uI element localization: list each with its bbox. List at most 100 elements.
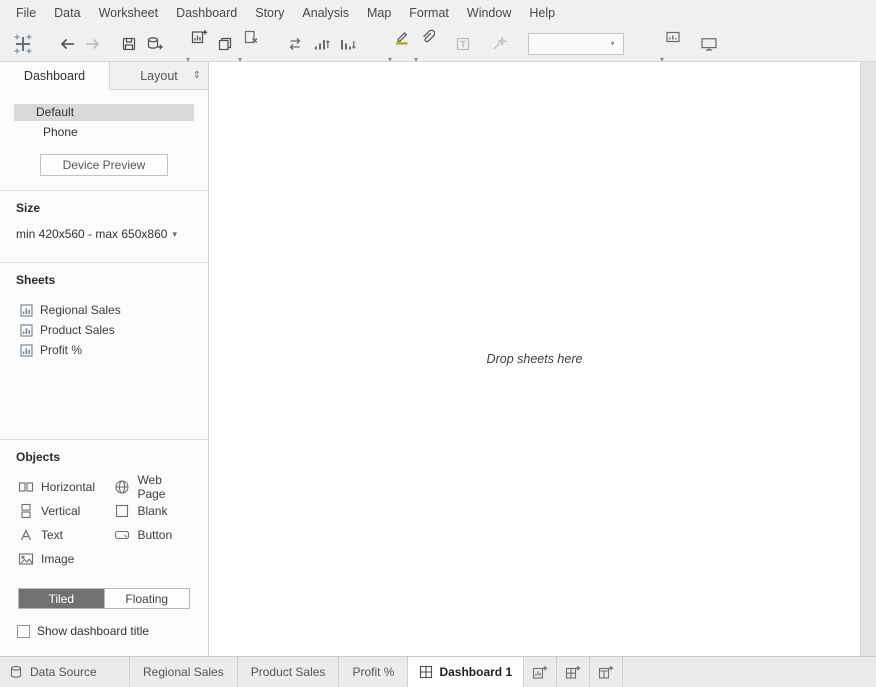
- menu-analysis[interactable]: Analysis: [293, 0, 358, 26]
- wand-icon: [491, 35, 507, 52]
- object-label: Button: [137, 528, 173, 542]
- redo-button[interactable]: [80, 30, 106, 58]
- object-vertical[interactable]: Vertical: [18, 499, 114, 523]
- new-story-icon: [598, 665, 614, 680]
- sheet-list-item-regional-sales[interactable]: Regional Sales: [16, 300, 192, 320]
- menu-window[interactable]: Window: [458, 0, 520, 26]
- device-preview-button[interactable]: Device Preview: [40, 154, 168, 176]
- highlighter-icon: [393, 28, 410, 45]
- sheet-item-label: Profit %: [40, 343, 83, 357]
- tab-dashboard-pane[interactable]: Dashboard: [0, 62, 110, 90]
- sheet-tab-bar: Data Source Regional Sales Product Sales…: [0, 656, 876, 687]
- right-gutter: [860, 62, 876, 656]
- show-dashboard-title-label: Show dashboard title: [37, 624, 150, 638]
- sheet-list-item-profit[interactable]: Profit %: [16, 340, 192, 360]
- object-blank[interactable]: Blank: [114, 499, 192, 523]
- size-heading: Size: [16, 201, 41, 215]
- object-label: Web Page: [137, 473, 166, 501]
- sheet-tab-label: Product Sales: [250, 665, 326, 679]
- size-dropdown-caret-icon: ▾: [172, 228, 177, 239]
- undo-button[interactable]: [54, 30, 80, 58]
- show-mark-labels-button[interactable]: [450, 30, 476, 58]
- new-data-source-button[interactable]: [142, 30, 168, 58]
- show-dashboard-title-row[interactable]: Show dashboard title: [17, 624, 208, 638]
- text-label-icon: [455, 36, 471, 52]
- object-label: Blank: [137, 504, 168, 518]
- fix-axes-button[interactable]: [486, 30, 512, 58]
- size-dropdown[interactable]: min 420x560 - max 650x860 ▾: [16, 227, 192, 241]
- clear-sheet-icon: [243, 29, 259, 45]
- object-label: Vertical: [41, 504, 81, 518]
- clear-sheet-button[interactable]: [238, 23, 264, 51]
- tab-data-source[interactable]: Data Source: [0, 657, 130, 687]
- sheet-tab-label: Profit %: [352, 665, 395, 679]
- tableau-window: File Data Worksheet Dashboard Story Anal…: [0, 0, 876, 687]
- sort-ascending-icon: [313, 36, 330, 52]
- vertical-container-icon: [18, 503, 34, 519]
- dashboard-pane: Dashboard Layout ⇕ Default Phone Device …: [0, 62, 209, 656]
- menu-help[interactable]: Help: [520, 0, 564, 26]
- spin-arrows-icon[interactable]: ⇕: [193, 70, 201, 81]
- save-button[interactable]: [116, 30, 142, 58]
- database-icon: [9, 665, 23, 679]
- device-option-phone[interactable]: Phone: [14, 124, 194, 141]
- show-dashboard-title-checkbox[interactable]: [17, 624, 30, 638]
- paperclip-icon: [419, 29, 435, 45]
- menu-file[interactable]: File: [7, 0, 45, 26]
- sheet-item-label: Product Sales: [40, 323, 115, 337]
- sheets-heading: Sheets: [16, 273, 56, 287]
- fit-dropdown[interactable]: ▾: [528, 32, 624, 55]
- size-dropdown-value: min 420x560 - max 650x860: [16, 227, 168, 241]
- group-members-button[interactable]: [414, 23, 440, 51]
- dashboard-canvas[interactable]: Drop sheets here: [209, 62, 860, 656]
- tableau-logo-icon[interactable]: [10, 30, 36, 58]
- sheet-item-label: Regional Sales: [40, 303, 121, 317]
- new-story-tab-button[interactable]: [590, 657, 624, 687]
- object-horizontal[interactable]: Horizontal: [18, 475, 114, 499]
- floating-button[interactable]: Floating: [103, 589, 189, 608]
- sort-ascending-button[interactable]: [308, 30, 334, 58]
- new-worksheet-tab-button[interactable]: [524, 657, 558, 687]
- device-section: Default Phone Device Preview: [0, 90, 208, 190]
- object-text[interactable]: Text: [18, 523, 114, 547]
- horizontal-container-icon: [18, 479, 34, 495]
- object-label: Horizontal: [41, 480, 96, 494]
- highlight-button[interactable]: [388, 23, 414, 51]
- tab-layout-pane[interactable]: Layout ⇕: [110, 62, 208, 89]
- cards-chart-icon: [665, 29, 681, 45]
- duplicate-button[interactable]: [212, 30, 238, 58]
- swap-axes-button[interactable]: [282, 30, 308, 58]
- menu-worksheet[interactable]: Worksheet: [90, 0, 168, 26]
- new-dashboard-tab-button[interactable]: [557, 657, 591, 687]
- sheet-chart-icon: [20, 303, 33, 317]
- button-icon: [114, 527, 130, 543]
- tab-regional-sales[interactable]: Regional Sales: [130, 657, 238, 687]
- globe-icon: [114, 479, 130, 495]
- image-icon: [18, 551, 34, 567]
- sheet-list-item-product-sales[interactable]: Product Sales: [16, 320, 192, 340]
- duplicate-icon: [217, 36, 233, 52]
- object-button[interactable]: Button: [114, 523, 192, 547]
- tab-product-sales[interactable]: Product Sales: [238, 657, 340, 687]
- tab-dashboard-1[interactable]: Dashboard 1: [408, 657, 525, 687]
- new-worksheet-button[interactable]: [186, 23, 212, 51]
- object-image[interactable]: Image: [18, 547, 114, 571]
- show-hide-cards-button[interactable]: [660, 23, 686, 51]
- tiled-button[interactable]: Tiled: [19, 589, 104, 608]
- layout-mode-toggle: Tiled Floating: [18, 588, 190, 609]
- objects-heading: Objects: [16, 450, 61, 464]
- tab-profit[interactable]: Profit %: [339, 657, 409, 687]
- toolbar: ▾ ▾ ▾ ▾ ▾ ▾: [0, 23, 876, 64]
- back-arrow-icon: [58, 36, 76, 52]
- menu-data[interactable]: Data: [45, 0, 89, 26]
- fit-dropdown-caret-icon: ▾: [610, 39, 615, 48]
- object-label: Text: [41, 528, 64, 542]
- database-plus-icon: [146, 36, 164, 52]
- presentation-mode-button[interactable]: [696, 30, 722, 58]
- device-option-default[interactable]: Default: [14, 104, 194, 121]
- new-dashboard-icon: [565, 665, 581, 680]
- object-web-page[interactable]: Web Page: [114, 473, 192, 501]
- tab-bar-empty-space: [623, 657, 876, 687]
- sort-descending-button[interactable]: [334, 30, 360, 58]
- save-icon: [121, 36, 137, 52]
